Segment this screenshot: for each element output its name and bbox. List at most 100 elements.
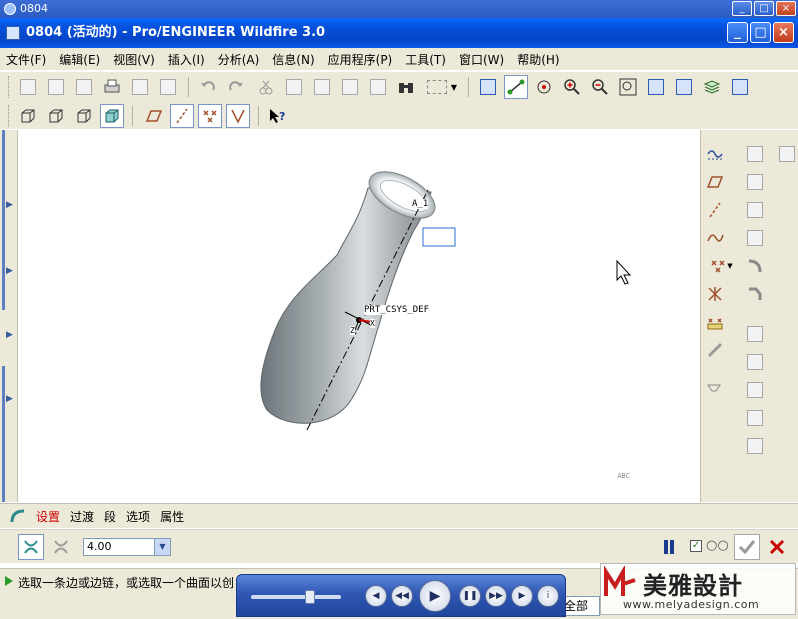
toolbar-grip[interactable] xyxy=(8,76,11,98)
revolve-icon[interactable] xyxy=(743,350,767,374)
round-icon[interactable] xyxy=(743,254,767,278)
sweep-icon[interactable] xyxy=(743,378,767,402)
datum-axis-icon[interactable] xyxy=(703,198,727,222)
undo-icon[interactable] xyxy=(196,75,220,99)
zoom-out-icon[interactable] xyxy=(588,75,612,99)
new-file-icon[interactable] xyxy=(16,75,40,99)
menu-file[interactable]: 文件(F) xyxy=(6,51,46,68)
tab-settings[interactable]: 设置 xyxy=(36,508,60,525)
wireframe-icon[interactable] xyxy=(16,104,40,128)
save-icon[interactable] xyxy=(72,75,96,99)
skip-back-icon[interactable]: ◀ xyxy=(365,585,387,607)
glasses-icon[interactable]: ○○ xyxy=(706,538,729,553)
menu-edit[interactable]: 编辑(E) xyxy=(59,51,100,68)
preview-checkbox[interactable]: ✓ xyxy=(690,540,702,552)
datum-axis-display-icon[interactable] xyxy=(170,104,194,128)
confirm-button[interactable] xyxy=(734,534,760,560)
maximize-button[interactable]: □ xyxy=(750,22,771,43)
saved-views-icon[interactable] xyxy=(672,75,696,99)
radius-value-field[interactable]: 4.00 ▼ xyxy=(83,538,171,556)
style-icon[interactable] xyxy=(743,434,767,458)
tab-transitions[interactable]: 过渡 xyxy=(70,508,94,525)
rewind-icon[interactable]: ◀◀ xyxy=(391,585,413,607)
toolbar-grip[interactable] xyxy=(8,105,11,127)
redo-icon[interactable] xyxy=(224,75,248,99)
cancel-button[interactable] xyxy=(766,536,788,558)
csys-icon[interactable] xyxy=(703,282,727,306)
copy-icon[interactable] xyxy=(282,75,306,99)
no-hidden-icon[interactable] xyxy=(72,104,96,128)
set-mode-button[interactable] xyxy=(18,534,44,560)
graphics-viewport[interactable]: A_1 PRT_CSYS_DEF X Z ABC xyxy=(19,130,700,502)
grid-icon[interactable] xyxy=(775,142,798,166)
print-icon[interactable] xyxy=(100,75,124,99)
expand-arrow-icon[interactable]: ▶ xyxy=(6,200,13,210)
close-button[interactable]: × xyxy=(773,22,794,43)
datum-curve-icon[interactable] xyxy=(703,226,727,250)
skip-forward-icon[interactable]: ▶ xyxy=(511,585,533,607)
selection-box-dropdown[interactable]: ▼ xyxy=(422,75,462,99)
chevron-down-icon[interactable]: ▼ xyxy=(154,539,170,555)
email-icon[interactable] xyxy=(128,75,152,99)
menu-help[interactable]: 帮助(H) xyxy=(517,51,559,68)
sketch-tool-icon[interactable] xyxy=(703,338,727,362)
hole-icon[interactable] xyxy=(743,142,767,166)
pause-icon[interactable]: ❚❚ xyxy=(459,585,481,607)
find-icon[interactable] xyxy=(394,75,418,99)
layers-icon[interactable] xyxy=(700,75,724,99)
outer-maximize-button[interactable]: □ xyxy=(754,1,774,16)
datum-plane-icon[interactable] xyxy=(703,170,727,194)
draft-icon[interactable] xyxy=(743,226,767,250)
menu-tools[interactable]: 工具(T) xyxy=(405,51,446,68)
regenerate-icon[interactable] xyxy=(366,75,390,99)
sketch-datum-curve-icon[interactable] xyxy=(703,142,727,166)
datum-point-dropdown[interactable]: ▼ xyxy=(703,254,739,278)
zoom-in-icon[interactable] xyxy=(560,75,584,99)
menu-analysis[interactable]: 分析(A) xyxy=(218,51,260,68)
datum-plane-display-icon[interactable] xyxy=(142,104,166,128)
appearance-icon[interactable] xyxy=(728,75,752,99)
paste-special-icon[interactable] xyxy=(338,75,362,99)
shell-icon[interactable] xyxy=(743,170,767,194)
chamfer-icon[interactable] xyxy=(743,282,767,306)
info-icon[interactable]: i xyxy=(537,585,559,607)
volume-slider[interactable] xyxy=(251,590,341,604)
expand-arrow-icon[interactable]: ▶ xyxy=(6,394,13,404)
transition-mode-button[interactable] xyxy=(50,536,72,558)
fast-forward-icon[interactable]: ▶▶ xyxy=(485,585,507,607)
selection-filter[interactable]: 全部 xyxy=(560,596,600,616)
menu-info[interactable]: 信息(N) xyxy=(272,51,314,68)
send-icon[interactable] xyxy=(156,75,180,99)
extrude-icon[interactable] xyxy=(743,322,767,346)
outer-close-button[interactable]: × xyxy=(776,1,796,16)
menu-view[interactable]: 视图(V) xyxy=(113,51,155,68)
context-help-icon[interactable]: ? xyxy=(266,104,290,128)
tab-segments[interactable]: 段 xyxy=(104,508,116,525)
paste-icon[interactable] xyxy=(310,75,334,99)
tab-options[interactable]: 选项 xyxy=(126,508,150,525)
pause-button[interactable] xyxy=(664,540,676,554)
orient-mode-icon[interactable] xyxy=(532,75,556,99)
csys-display-icon[interactable] xyxy=(226,104,250,128)
repaint-icon[interactable] xyxy=(476,75,500,99)
rib-icon[interactable] xyxy=(743,198,767,222)
menu-window[interactable]: 窗口(W) xyxy=(459,51,504,68)
refit-icon[interactable] xyxy=(616,75,640,99)
shading-icon[interactable] xyxy=(100,104,124,128)
expand-arrow-icon[interactable]: ▶ xyxy=(6,266,13,276)
tab-properties[interactable]: 属性 xyxy=(160,508,184,525)
blend-icon[interactable] xyxy=(743,406,767,430)
model-tree-collapsed-strip[interactable]: ▶ ▶ ▶ ▶ xyxy=(0,130,18,502)
spin-center-icon[interactable] xyxy=(504,75,528,99)
minimize-button[interactable]: _ xyxy=(727,22,748,43)
reorient-icon[interactable] xyxy=(644,75,668,99)
outer-minimize-button[interactable]: _ xyxy=(732,1,752,16)
menu-insert[interactable]: 插入(I) xyxy=(168,51,205,68)
draft-check-icon[interactable] xyxy=(703,378,727,402)
datum-point-display-icon[interactable] xyxy=(198,104,222,128)
cut-icon[interactable] xyxy=(254,75,278,99)
menu-applications[interactable]: 应用程序(P) xyxy=(328,51,393,68)
analysis-feature-icon[interactable] xyxy=(703,310,727,334)
hidden-line-icon[interactable] xyxy=(44,104,68,128)
expand-arrow-icon[interactable]: ▶ xyxy=(6,330,13,340)
